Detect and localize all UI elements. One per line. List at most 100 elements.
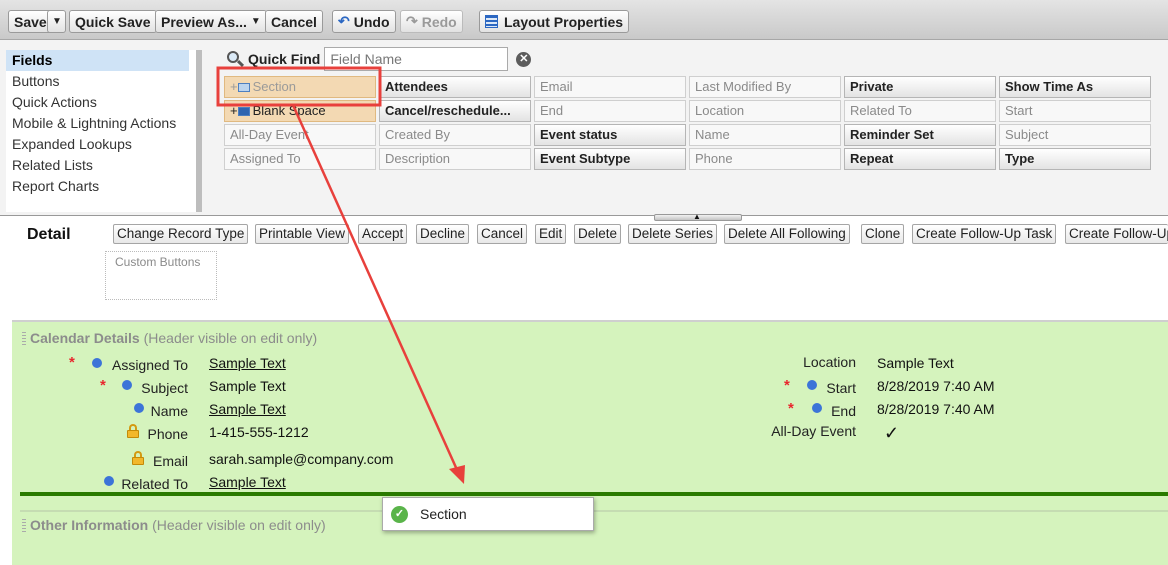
palette-field[interactable]: Last Modified By	[689, 76, 841, 98]
detail-button-change-record-type[interactable]: Change Record Type	[113, 224, 249, 244]
palette-field[interactable]: Reminder Set	[844, 124, 996, 146]
palette-field[interactable]: Repeat	[844, 148, 996, 170]
clear-icon[interactable]: ✕	[516, 51, 532, 67]
save-dropdown-button[interactable]: ▼	[47, 10, 66, 33]
palette-field[interactable]: Created By	[379, 124, 531, 146]
field-value: Sample Text	[209, 474, 286, 490]
field-value: 8/28/2019 7:40 AM	[877, 401, 995, 417]
quick-find-input[interactable]	[324, 47, 509, 71]
palette-field[interactable]: Start	[999, 100, 1151, 122]
detail-button-create-follow-up-event[interactable]: Create Follow-Up	[1065, 224, 1168, 244]
preview-as-button[interactable]: Preview As... ▼	[155, 10, 267, 33]
layout-field-assigned-to[interactable]: * Assigned To Sample Text	[12, 354, 312, 373]
custom-buttons-area: Custom Buttons	[105, 251, 217, 300]
palette-field[interactable]: Phone	[689, 148, 841, 170]
palette-field[interactable]: All-Day Event	[224, 124, 376, 146]
caret-down-icon: ▼	[52, 16, 62, 27]
detail-heading: Detail	[27, 226, 71, 243]
category-report-charts[interactable]: Report Charts	[6, 176, 196, 197]
layout-field-end[interactable]: * End 8/28/2019 7:40 AM	[712, 400, 1012, 419]
palette-field[interactable]: Assigned To	[224, 148, 376, 170]
detail-button-accept[interactable]: Accept	[358, 224, 408, 244]
palette-field[interactable]: Event Subtype	[534, 148, 686, 170]
detail-button-edit[interactable]: Edit	[535, 224, 567, 244]
save-button[interactable]: Save	[8, 10, 53, 33]
palette-field[interactable]: End	[534, 100, 686, 122]
undo-label: Undo	[353, 13, 390, 30]
detail-button-create-follow-up-task[interactable]: Create Follow-Up Task	[912, 224, 1057, 244]
palette-field[interactable]: Description	[379, 148, 531, 170]
layout-field-phone[interactable]: Phone 1-415-555-1212	[12, 424, 312, 442]
category-expanded-lookups[interactable]: Expanded Lookups	[6, 134, 196, 155]
required-dot-icon	[92, 358, 102, 368]
section-title: Other Information	[30, 517, 149, 533]
field-palette: Fields Buttons Quick Actions Mobile & Li…	[0, 40, 1168, 216]
required-icon: *	[788, 400, 794, 417]
field-value: sarah.sample@company.com	[209, 451, 394, 467]
quick-save-label: Quick Save	[75, 13, 151, 30]
detail-button-decline[interactable]: Decline	[416, 224, 470, 244]
redo-label: Redo	[421, 13, 457, 30]
layout-field-name[interactable]: Name Sample Text	[12, 401, 312, 419]
palette-resize-handle[interactable]: ▲	[654, 212, 742, 221]
layout-properties-label: Layout Properties	[504, 13, 624, 30]
category-quick-actions[interactable]: Quick Actions	[6, 92, 196, 113]
detail-button-delete-series[interactable]: Delete Series	[628, 224, 718, 244]
detail-button-printable-view[interactable]: Printable View	[255, 224, 350, 244]
field-label: Email	[152, 453, 188, 469]
cancel-button[interactable]: Cancel	[265, 10, 323, 33]
detail-button-delete[interactable]: Delete	[574, 224, 622, 244]
palette-field[interactable]: Private	[844, 76, 996, 98]
lock-icon	[127, 424, 139, 438]
palette-field[interactable]: Location	[689, 100, 841, 122]
layout-field-subject[interactable]: * Subject Sample Text	[12, 377, 312, 396]
category-fields[interactable]: Fields	[6, 50, 189, 71]
palette-field[interactable]: Event status	[534, 124, 686, 146]
save-label: Save	[14, 13, 47, 30]
detail-button-cancel[interactable]: Cancel	[477, 224, 528, 244]
layout-field-all-day-event[interactable]: All-Day Event ✓	[712, 423, 1012, 443]
detail-button-delete-all-following[interactable]: Delete All Following	[724, 224, 850, 244]
layout-field-location[interactable]: Location Sample Text	[712, 354, 1012, 372]
section-icon	[237, 83, 250, 92]
category-mobile-lightning-actions[interactable]: Mobile & Lightning Actions	[6, 113, 196, 134]
palette-item-section[interactable]: + Section	[224, 76, 376, 98]
preview-as-label: Preview As...	[161, 13, 247, 30]
palette-field[interactable]: Attendees	[379, 76, 531, 98]
redo-button[interactable]: ↷ Redo	[400, 10, 463, 33]
palette-field[interactable]: Show Time As	[999, 76, 1151, 98]
drag-handle-icon[interactable]	[22, 519, 26, 532]
quick-save-button[interactable]: Quick Save	[69, 10, 157, 33]
palette-field[interactable]: Name	[689, 124, 841, 146]
palette-field[interactable]: Subject	[999, 124, 1151, 146]
palette-field[interactable]: Related To	[844, 100, 996, 122]
category-related-lists[interactable]: Related Lists	[6, 155, 196, 176]
palette-field[interactable]: Email	[534, 76, 686, 98]
section-note: (Header visible on edit only)	[152, 517, 326, 533]
section-title: Calendar Details	[30, 330, 140, 346]
palette-item-label: Blank Space	[252, 103, 326, 118]
drag-handle-icon[interactable]	[22, 332, 26, 345]
caret-down-icon: ▼	[250, 16, 261, 27]
layout-field-related-to[interactable]: Related To Sample Text	[12, 474, 312, 492]
calendar-details-section[interactable]: Calendar Details (Header visible on edit…	[12, 320, 1168, 496]
field-label: Related To	[121, 476, 188, 492]
quick-find: Quick Find ✕	[226, 46, 532, 72]
palette-item-blank-space[interactable]: + Blank Space	[224, 100, 376, 122]
category-buttons[interactable]: Buttons	[6, 71, 196, 92]
layout-field-start[interactable]: * Start 8/28/2019 7:40 AM	[712, 377, 1012, 396]
undo-button[interactable]: ↶ Undo	[332, 10, 396, 33]
required-dot-icon	[812, 403, 822, 413]
lock-icon	[132, 451, 144, 465]
layout-properties-button[interactable]: Layout Properties	[479, 10, 630, 33]
section-note: (Header visible on edit only)	[143, 330, 318, 346]
field-label: Location	[803, 354, 856, 370]
required-dot-icon	[122, 380, 132, 390]
magnifier-icon	[226, 50, 245, 68]
field-value: 1-415-555-1212	[209, 424, 309, 440]
palette-field[interactable]: Cancel/reschedule...	[379, 100, 531, 122]
cancel-label: Cancel	[271, 13, 317, 30]
palette-field[interactable]: Type	[999, 148, 1151, 170]
detail-button-clone[interactable]: Clone	[861, 224, 905, 244]
layout-field-email[interactable]: Email sarah.sample@company.com	[12, 451, 412, 469]
